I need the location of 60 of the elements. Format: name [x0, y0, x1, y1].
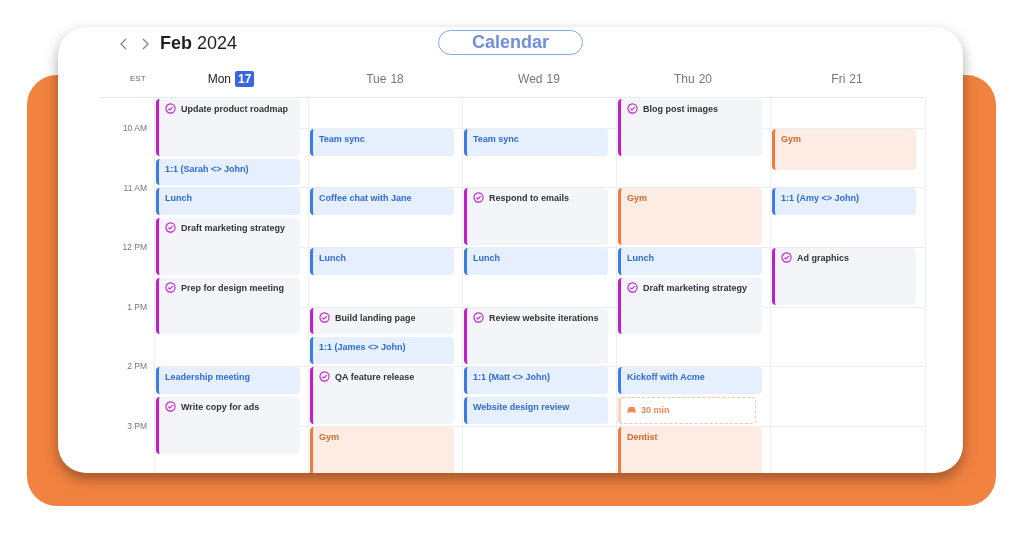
task-event[interactable]: Prep for design meeting	[156, 277, 300, 335]
meeting-event[interactable]: Team sync	[310, 128, 454, 156]
check-circle-icon	[627, 281, 638, 293]
day-date[interactable]: 18	[390, 71, 404, 86]
timezone-label: EST	[129, 74, 147, 83]
check-circle-icon	[473, 192, 484, 204]
hour-label: 11 AM	[123, 182, 147, 193]
day-date[interactable]: 21	[849, 71, 863, 86]
meeting-event[interactable]: Lunch	[310, 248, 454, 275]
hour-label: 2 PM	[127, 361, 147, 372]
hour-label: 1 PM	[127, 301, 147, 312]
meeting-event[interactable]: 1:1 (James <> John)	[310, 337, 454, 365]
meeting-event[interactable]: 1:1 (Amy <> John)	[772, 188, 916, 216]
personal-event[interactable]: Gym	[310, 426, 454, 473]
meeting-event[interactable]: Leadership meeting	[156, 367, 300, 394]
check-circle-icon	[165, 103, 176, 114]
travel-time-block[interactable]: 30 min	[618, 397, 756, 424]
meeting-event[interactable]: Coffee chat with Jane	[310, 188, 454, 216]
meeting-event[interactable]: Website design review	[464, 397, 608, 424]
task-event[interactable]: Write copy for ads	[156, 397, 300, 454]
check-circle-icon	[627, 103, 638, 114]
hour-label: 12 PM	[122, 242, 147, 253]
meeting-event[interactable]: Lunch	[618, 248, 762, 275]
day-date[interactable]: 19	[546, 71, 560, 86]
check-circle-icon	[319, 311, 330, 323]
check-circle-icon	[165, 281, 176, 293]
weekday-label: Fri	[831, 71, 846, 86]
hour-label: 3 PM	[127, 420, 147, 431]
weekday-label: Mon	[207, 71, 231, 86]
car-icon	[627, 406, 636, 415]
task-event[interactable]: Draft marketing strategy	[156, 218, 300, 275]
meeting-event[interactable]: Team sync	[464, 128, 608, 156]
month-title: Feb 2024	[160, 33, 238, 54]
task-event[interactable]: Draft marketing strategy	[618, 277, 762, 335]
task-event[interactable]: Ad graphics	[772, 248, 916, 305]
check-circle-icon	[165, 222, 176, 234]
meeting-event[interactable]: 1:1 (Matt <> John)	[464, 367, 608, 394]
weekday-label: Tue	[366, 71, 387, 86]
personal-event[interactable]: Dentist	[618, 426, 762, 473]
weekday-label: Thu	[673, 71, 695, 86]
check-circle-icon	[473, 311, 484, 323]
meeting-event[interactable]: Lunch	[156, 188, 300, 216]
weekday-label: Wed	[518, 71, 543, 86]
hour-label: 10 AM	[122, 123, 147, 133]
check-circle-icon	[781, 252, 792, 263]
meeting-event[interactable]: 1:1 (Sarah <> John)	[156, 158, 300, 186]
task-event[interactable]: Respond to emails	[464, 188, 608, 245]
task-event[interactable]: QA feature release	[310, 367, 454, 424]
task-event[interactable]: Build landing page	[310, 307, 454, 335]
personal-event[interactable]: Gym	[772, 128, 916, 171]
day-date[interactable]: 17	[235, 70, 255, 87]
meeting-event[interactable]: Kickoff with Acme	[618, 367, 762, 394]
day-date[interactable]: 20	[698, 71, 712, 86]
personal-event[interactable]: Gym	[618, 188, 762, 245]
check-circle-icon	[319, 371, 330, 383]
task-event[interactable]: Blog post images	[618, 99, 762, 156]
check-circle-icon	[165, 401, 176, 412]
task-event[interactable]: Review website iterations	[464, 307, 608, 365]
meeting-event[interactable]: Lunch	[464, 248, 608, 275]
task-event[interactable]: Update product roadmap	[156, 99, 300, 156]
